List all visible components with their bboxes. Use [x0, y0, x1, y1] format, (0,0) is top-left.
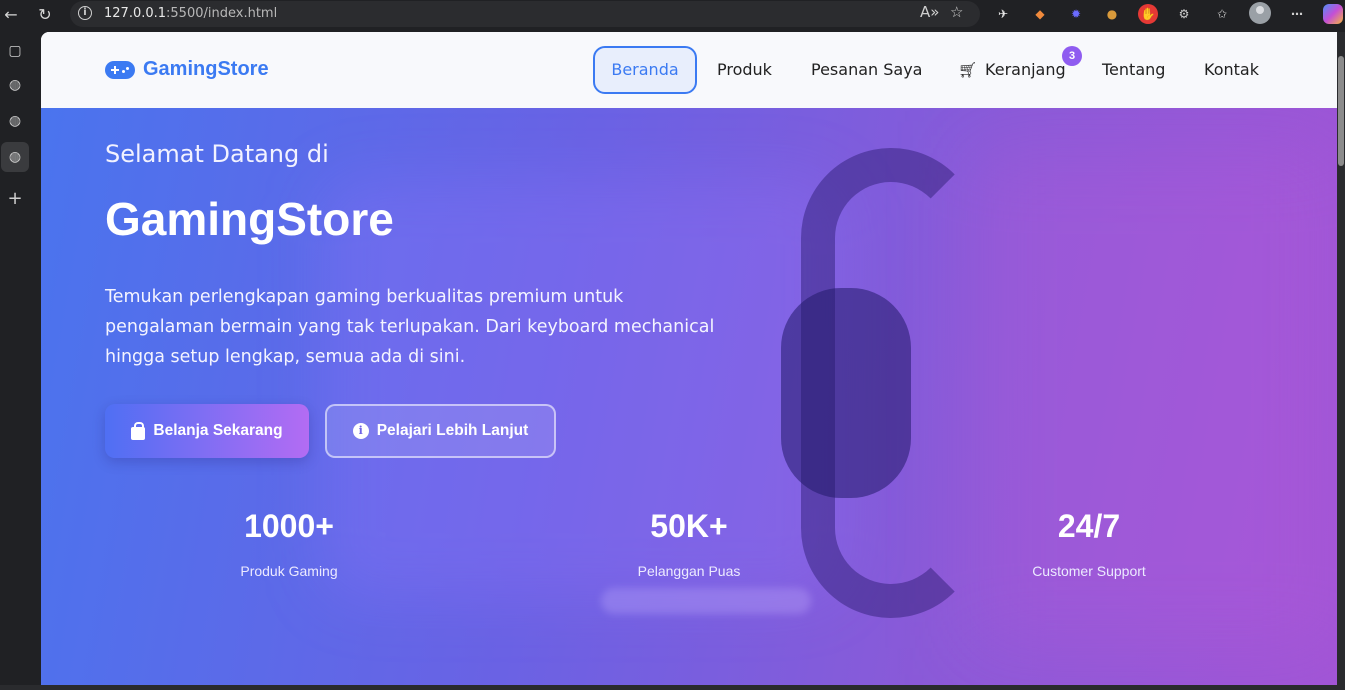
- shop-now-button[interactable]: Belanja Sekarang: [105, 404, 309, 458]
- address-bar[interactable]: i 127.0.0.1:5500/index.html: [70, 1, 980, 27]
- stat-value: 50K+: [650, 508, 728, 544]
- nav-item-keranjang[interactable]: 🛒︎ Keranjang: [958, 46, 1066, 94]
- profile-avatar[interactable]: [1249, 2, 1271, 24]
- url-host: 127.0.0.1: [104, 6, 167, 21]
- learn-more-label: Pelajari Lebih Lanjut: [376, 422, 529, 439]
- hero-greeting: Selamat Datang di: [105, 140, 329, 168]
- shop-now-label: Belanja Sekarang: [153, 422, 283, 439]
- stat-label: Customer Support: [1032, 563, 1146, 579]
- globe-tab-icon[interactable]: ◍: [4, 110, 26, 132]
- gamepad-icon: [105, 60, 135, 79]
- shopping-bag-icon: [131, 421, 146, 440]
- hero-section: Selamat Datang di GamingStore Temukan pe…: [41, 108, 1337, 685]
- url-text[interactable]: 127.0.0.1:5500/index.html: [104, 6, 277, 21]
- more-icon[interactable]: ⋯: [1287, 4, 1307, 24]
- stat-value: 24/7: [1057, 508, 1121, 544]
- back-icon[interactable]: ←: [0, 4, 22, 26]
- globe-tab-icon-active[interactable]: ◍: [1, 142, 29, 172]
- extension-icon[interactable]: ⚙: [1174, 4, 1194, 24]
- copilot-icon[interactable]: [1323, 4, 1343, 24]
- read-aloud-icon[interactable]: A»: [920, 3, 939, 21]
- nav-item-keranjang-label: Keranjang: [985, 60, 1066, 79]
- learn-more-button[interactable]: i Pelajari Lebih Lanjut: [325, 404, 556, 458]
- navbar: GamingStore Beranda Produk Pesanan Saya …: [41, 32, 1337, 108]
- brand-name: GamingStore: [143, 58, 269, 80]
- brand-logo[interactable]: GamingStore: [105, 58, 269, 81]
- tab-actions-icon[interactable]: ▢: [4, 40, 26, 62]
- bottom-edge: [0, 685, 1345, 690]
- hero-title: GamingStore: [105, 193, 394, 245]
- nav-item-tentang[interactable]: Tentang: [1102, 46, 1165, 94]
- star-extension-icon[interactable]: ✹: [1066, 4, 1086, 24]
- page-viewport: GamingStore Beranda Produk Pesanan Saya …: [41, 32, 1337, 685]
- browser-toolbar: ← ↻ i 127.0.0.1:5500/index.html A» ☆ ✈ ◆…: [0, 0, 1345, 32]
- cart-icon: 🛒︎: [958, 61, 978, 79]
- favorite-star-icon[interactable]: ☆: [950, 3, 963, 21]
- nav-item-beranda[interactable]: Beranda: [593, 46, 697, 94]
- stat-label: Pelanggan Puas: [637, 563, 741, 579]
- headset-earcup: [781, 288, 911, 498]
- stat-label: Produk Gaming: [240, 563, 338, 579]
- hero-description: Temukan perlengkapan gaming berkualitas …: [105, 287, 715, 367]
- translate-extension-icon[interactable]: ✈: [993, 4, 1013, 24]
- refresh-icon[interactable]: ↻: [34, 4, 56, 26]
- nav-item-pesanan-saya[interactable]: Pesanan Saya: [811, 46, 922, 94]
- page-scrollbar[interactable]: [1337, 32, 1345, 685]
- info-circle-icon: i: [352, 423, 369, 439]
- stat-customers: 50K+ Pelanggan Puas: [559, 508, 819, 579]
- scrollbar-thumb[interactable]: [1338, 56, 1344, 166]
- hero-background-blur: [601, 588, 811, 614]
- vertical-tab-rail: ▢ ◍ ◍ ◍ +: [0, 32, 41, 690]
- cookie-extension-icon[interactable]: ●: [1102, 4, 1122, 24]
- new-tab-icon[interactable]: +: [4, 188, 26, 210]
- nav-item-produk[interactable]: Produk: [717, 46, 772, 94]
- url-path: :5500/index.html: [166, 6, 278, 21]
- info-icon[interactable]: i: [78, 6, 92, 20]
- adblock-extension-icon[interactable]: ✋: [1138, 4, 1158, 24]
- globe-tab-icon[interactable]: ◍: [4, 74, 26, 96]
- favorites-icon[interactable]: ✩: [1212, 4, 1232, 24]
- cart-count-badge: 3: [1062, 46, 1082, 66]
- fox-extension-icon[interactable]: ◆: [1030, 4, 1050, 24]
- nav-item-kontak[interactable]: Kontak: [1204, 46, 1259, 94]
- stat-value: 1000+: [244, 508, 334, 544]
- stat-support: 24/7 Customer Support: [959, 508, 1219, 579]
- stat-products: 1000+ Produk Gaming: [159, 508, 419, 579]
